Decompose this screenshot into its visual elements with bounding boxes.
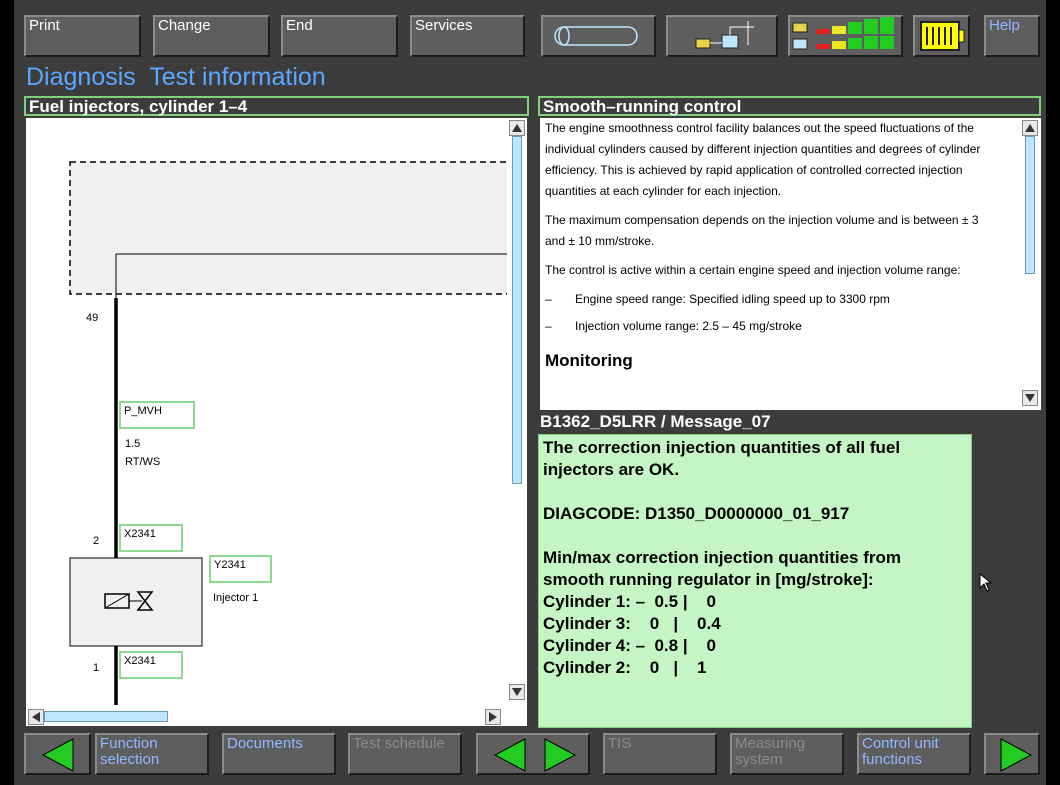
page-title: Diagnosis Test information bbox=[26, 63, 326, 91]
message-line: Cylinder 4: – 0.8 | 0 bbox=[543, 636, 716, 655]
component-name-label: Injector 1 bbox=[213, 592, 259, 604]
function-selection-label: Function selection bbox=[100, 735, 160, 768]
measuring-system-label: Measuring system bbox=[735, 735, 806, 768]
scroll-down-icon[interactable] bbox=[509, 684, 525, 700]
prev-next-arrows-button[interactable] bbox=[476, 733, 590, 775]
network-connection-icon bbox=[695, 21, 754, 49]
pipe-icon bbox=[554, 26, 638, 46]
diagram-horizontal-scrollbar[interactable] bbox=[26, 707, 515, 726]
change-button[interactable]: Change bbox=[153, 15, 270, 57]
message-line bbox=[543, 481, 967, 503]
services-button[interactable]: Services bbox=[410, 15, 525, 57]
bullet-item: – Engine speed range: Specified idling sp… bbox=[545, 289, 995, 310]
services-label: Services bbox=[415, 17, 473, 34]
message-line: DIAGCODE: D1350_D0000000_01_917 bbox=[543, 504, 850, 523]
print-button[interactable]: Print bbox=[24, 15, 141, 57]
component-id-box: Y2341 bbox=[209, 555, 272, 583]
arrow-left-icon bbox=[41, 738, 74, 772]
wiring-diagram bbox=[69, 161, 521, 705]
message-line: Cylinder 3: 0 | 0.4 bbox=[543, 614, 721, 633]
message-line: Cylinder 1: – 0.5 | 0 bbox=[543, 592, 716, 611]
help-label: Help bbox=[989, 17, 1020, 34]
message-line: Cylinder 2: 0 | 1 bbox=[543, 658, 707, 677]
diagram-vertical-scrollbar[interactable] bbox=[507, 118, 527, 707]
message-result-box: The correction injection quantities of a… bbox=[538, 434, 972, 728]
message-line: injectors are OK. bbox=[543, 460, 680, 479]
info-content: The engine smoothness control facility b… bbox=[545, 118, 995, 371]
scroll-right-icon[interactable] bbox=[485, 709, 501, 725]
message-line: smooth running regulator in [mg/stroke]: bbox=[543, 570, 874, 589]
info-scroll-thumb[interactable] bbox=[1025, 136, 1035, 274]
mouse-cursor-icon bbox=[979, 573, 993, 592]
scroll-up-icon[interactable] bbox=[509, 120, 525, 136]
bullet-dash: – bbox=[545, 292, 552, 306]
bullet-text: Engine speed range: Specified idling spe… bbox=[575, 292, 890, 306]
info-scroll-up-icon[interactable] bbox=[1022, 120, 1038, 136]
tis-button[interactable]: TIS bbox=[603, 733, 717, 775]
scroll-thumb-horizontal[interactable] bbox=[44, 711, 168, 722]
battery-icon-button[interactable] bbox=[913, 15, 970, 57]
function-selection-button[interactable]: Function selection bbox=[95, 733, 209, 775]
wiring-diagram-header: Fuel injectors, cylinder 1–4 bbox=[24, 96, 529, 116]
control-unit-functions-button[interactable]: Control unit functions bbox=[857, 733, 971, 775]
bullet-item: – Injection volume range: 2.5 – 45 mg/str… bbox=[545, 316, 995, 337]
test-schedule-button[interactable]: Test schedule bbox=[348, 733, 462, 775]
signal-level-icon bbox=[792, 17, 894, 50]
info-paragraph: The engine smoothness control facility b… bbox=[545, 121, 981, 198]
message-line bbox=[543, 525, 967, 547]
scroll-left-icon[interactable] bbox=[28, 709, 44, 725]
connector-top-box: X2341 bbox=[119, 524, 183, 552]
arrow-right-icon bbox=[1000, 738, 1033, 772]
app-window: Print Change End Services Help Diagnosis… bbox=[0, 0, 1060, 785]
prev-next-arrows-icon bbox=[493, 738, 577, 772]
bullet-text: Injection volume range: 2.5 – 45 mg/stro… bbox=[575, 319, 802, 333]
connector-bottom-box: X2341 bbox=[119, 651, 183, 679]
info-text-pane[interactable]: The engine smoothness control facility b… bbox=[540, 118, 1041, 410]
end-button[interactable]: End bbox=[281, 15, 398, 57]
battery-icon bbox=[920, 21, 965, 51]
info-scroll-down-icon[interactable] bbox=[1022, 390, 1038, 406]
title-diagnosis: Diagnosis bbox=[26, 63, 136, 91]
wire-color-label: RT/WS bbox=[125, 456, 161, 468]
documents-button[interactable]: Documents bbox=[222, 733, 336, 775]
wiring-diagram-pane[interactable]: 49 P_MVH 1.5 RT/WS 2 X2341 Y2341 Injecto… bbox=[26, 118, 527, 726]
info-paragraph: The control is active within a certain e… bbox=[545, 263, 961, 277]
message-line: The correction injection quantities of a… bbox=[543, 438, 901, 457]
pin-1-label: 1 bbox=[93, 662, 100, 674]
pin-49-label: 49 bbox=[86, 312, 99, 324]
wire-size-label: 1.5 bbox=[125, 438, 141, 450]
back-arrow-button[interactable] bbox=[24, 733, 91, 775]
info-paragraph: The maximum compensation depends on the … bbox=[545, 213, 979, 248]
connection-icon-button[interactable] bbox=[666, 15, 778, 57]
test-schedule-label: Test schedule bbox=[353, 735, 445, 752]
info-header: Smooth–running control bbox=[538, 96, 1041, 116]
tis-label: TIS bbox=[608, 735, 632, 752]
monitoring-heading: Monitoring bbox=[545, 351, 633, 370]
print-label: Print bbox=[29, 17, 60, 34]
end-label: End bbox=[286, 17, 313, 34]
measuring-system-button[interactable]: Measuring system bbox=[730, 733, 844, 775]
message-line: Min/max correction injection quantities … bbox=[543, 548, 901, 567]
scroll-thumb-vertical[interactable] bbox=[512, 136, 522, 484]
signal-status-icon-button[interactable] bbox=[788, 15, 903, 57]
pin-2-label: 2 bbox=[93, 535, 100, 547]
control-unit-functions-label: Control unit functions bbox=[862, 735, 939, 768]
pipe-icon-button[interactable] bbox=[541, 15, 656, 57]
change-label: Change bbox=[158, 17, 211, 34]
message-header: B1362_D5LRR / Message_07 bbox=[540, 412, 771, 431]
title-test-information: Test information bbox=[149, 63, 326, 91]
wire-name-box: P_MVH bbox=[119, 401, 195, 429]
forward-arrow-button[interactable] bbox=[984, 733, 1040, 775]
info-vertical-scrollbar[interactable] bbox=[1019, 118, 1041, 410]
documents-label: Documents bbox=[227, 735, 303, 752]
help-button[interactable]: Help bbox=[984, 15, 1040, 57]
bullet-dash: – bbox=[545, 319, 552, 333]
